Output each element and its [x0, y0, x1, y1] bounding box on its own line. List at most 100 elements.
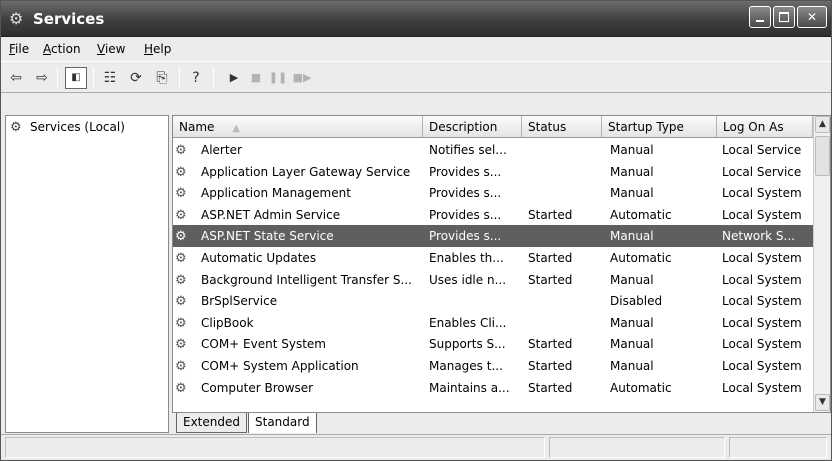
service-description: Provides s...	[429, 164, 502, 179]
column-header-startup-type[interactable]: Startup Type	[602, 116, 717, 138]
service-gear-icon: ⚙	[175, 143, 187, 158]
stop-service-icon[interactable]: ■	[245, 67, 267, 89]
menu-file[interactable]: File	[9, 42, 29, 57]
table-row[interactable]: ⚙ Automatic Updates Enables th... Started Au…	[173, 247, 813, 269]
table-row[interactable]: ⚙ Background Intelligent Transfer S... Use…	[173, 269, 813, 291]
table-row[interactable]: ⚙ BrSplService Disabled Local System	[173, 290, 813, 312]
service-status: Started	[528, 251, 573, 265]
service-log-on-as: Local System	[722, 315, 802, 330]
service-log-on-as: Local System	[722, 380, 802, 395]
table-row[interactable]: ⚙ Application Layer Gateway Service Provid…	[173, 161, 813, 183]
tab-standard[interactable]: Standard	[248, 413, 317, 433]
service-gear-icon: ⚙	[175, 207, 187, 223]
help-icon[interactable]: ?	[185, 67, 207, 89]
title-bar[interactable]: ⚙ Services ✕	[1, 1, 831, 37]
service-name-text: Background Intelligent Transfer S...	[201, 272, 412, 287]
table-row[interactable]: ⚙ ASP.NET State Service Provides s... Manua…	[173, 225, 813, 248]
console-tree: ⚙ Services (Local)	[5, 115, 169, 433]
service-name-text: COM+ Event System	[201, 337, 326, 352]
maximize-button[interactable]	[773, 6, 795, 28]
scroll-thumb[interactable]	[815, 136, 830, 176]
service-startup-type: Manual	[610, 272, 654, 287]
column-label: Name	[179, 120, 215, 134]
properties-icon[interactable]: ☷	[99, 67, 121, 89]
table-row[interactable]: ⚙ COM+ Event System Supports S... Started Ma…	[173, 333, 813, 355]
table-row[interactable]: ⚙ Alerter Notifies sel... Manual Local Servi…	[173, 139, 813, 161]
table-row[interactable]: ⚙ ASP.NET Admin Service Provides s... Start…	[173, 204, 813, 226]
menu-action[interactable]: Action	[43, 42, 81, 57]
service-name-text: COM+ System Application	[201, 359, 359, 373]
column-header-status[interactable]: Status	[522, 116, 602, 138]
service-status	[528, 290, 602, 312]
services-gear-icon: ⚙	[9, 9, 24, 28]
service-gear-icon: ⚙	[175, 380, 187, 396]
service-status	[528, 139, 602, 161]
tab-extended[interactable]: Extended	[176, 413, 247, 433]
service-name: ⚙ Application Layer Gateway Service	[175, 161, 423, 183]
service-name-text: BrSplService	[201, 294, 278, 309]
show-hide-console-tree-icon[interactable]: ◧	[65, 67, 87, 89]
scroll-up-icon[interactable]: ▲	[815, 116, 830, 133]
restart-service-icon[interactable]: ■▶	[291, 67, 313, 89]
service-status	[528, 312, 602, 334]
table-row[interactable]: ⚙ ClipBook Enables Cli... Manual Local Syste…	[173, 312, 813, 334]
service-startup-type: Automatic	[610, 251, 672, 265]
service-status: Started	[528, 337, 573, 352]
column-header-description[interactable]: Description	[423, 116, 522, 138]
export-list-icon[interactable]: ⎘	[151, 67, 173, 89]
service-gear-icon: ⚙	[175, 186, 187, 202]
service-startup-type: Manual	[610, 164, 654, 179]
service-status: Started	[528, 207, 573, 222]
vertical-scrollbar[interactable]: ▲ ▼	[813, 116, 830, 412]
close-button[interactable]: ✕	[797, 6, 827, 28]
column-header-log-on-as[interactable]: Log On As	[717, 116, 813, 138]
column-header-name[interactable]: Name ▲	[173, 116, 423, 138]
toolbar-separator	[57, 67, 58, 89]
tree-item-services-local[interactable]: ⚙ Services (Local)	[10, 120, 125, 135]
service-gear-icon: ⚙	[175, 294, 187, 310]
service-name: ⚙ Computer Browser	[175, 377, 423, 399]
service-log-on-as: Local Service	[722, 143, 802, 157]
pause-service-icon[interactable]: ❚❚	[267, 67, 289, 89]
table-row[interactable]: ⚙ Computer Browser Maintains a... Started Au…	[173, 377, 813, 399]
window-title: Services	[33, 10, 105, 28]
service-name-text: ASP.NET Admin Service	[201, 207, 341, 222]
refresh-icon[interactable]: ⟳	[125, 67, 147, 89]
start-service-icon[interactable]: ▶	[223, 67, 245, 89]
status-pane	[729, 437, 827, 458]
toolbar-separator	[213, 67, 214, 89]
services-window: ⚙ Services ✕ File Action View Help ⇦ ⇨ ◧…	[0, 0, 832, 461]
service-gear-icon: ⚙	[175, 315, 187, 331]
scroll-down-icon[interactable]: ▼	[815, 394, 830, 411]
service-status	[528, 182, 602, 204]
menu-help[interactable]: Help	[144, 42, 171, 57]
status-pane	[549, 437, 725, 458]
service-startup-type: Manual	[610, 229, 654, 244]
service-description	[429, 290, 527, 312]
minimize-button[interactable]	[749, 6, 771, 28]
table-row[interactable]: ⚙ COM+ System Application Manages t... Star…	[173, 355, 813, 377]
services-list: Name ▲ Description Status Startup Type Lo…	[172, 115, 831, 413]
service-startup-type: Manual	[610, 359, 654, 373]
service-description: Provides s...	[429, 207, 502, 222]
minimize-icon	[756, 20, 764, 22]
service-description: Provides s...	[429, 229, 502, 244]
service-gear-icon: ⚙	[175, 359, 187, 374]
service-name: ⚙ COM+ Event System	[175, 333, 423, 355]
service-gear-icon: ⚙	[175, 272, 187, 288]
menu-view[interactable]: View	[97, 42, 125, 57]
sort-ascending-icon: ▲	[232, 123, 241, 134]
service-gear-icon: ⚙	[175, 229, 187, 245]
tree-item-label: Services (Local)	[30, 120, 125, 134]
service-name-text: Computer Browser	[201, 380, 314, 395]
service-description: Enables th...	[429, 251, 504, 265]
service-name: ⚙ Application Management	[175, 182, 423, 204]
service-description: Provides s...	[429, 186, 502, 201]
service-gear-icon: ⚙	[175, 251, 187, 266]
service-description: Maintains a...	[429, 380, 510, 395]
forward-arrow-icon[interactable]: ⇨	[31, 67, 53, 89]
service-log-on-as: Local System	[722, 359, 802, 373]
back-arrow-icon[interactable]: ⇦	[5, 67, 27, 89]
service-status: Started	[528, 359, 573, 373]
table-row[interactable]: ⚙ Application Management Provides s... Manu…	[173, 182, 813, 204]
